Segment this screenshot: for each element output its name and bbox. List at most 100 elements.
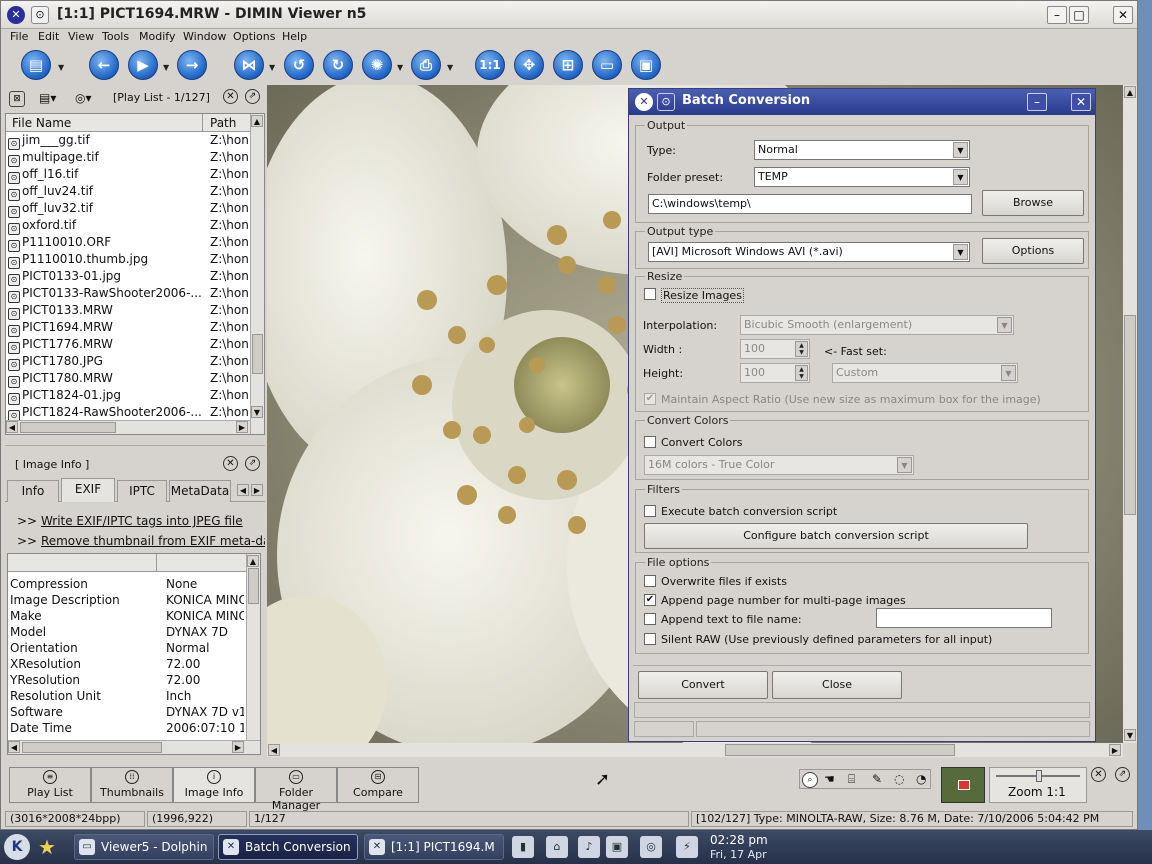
aspect-ratio-checkbox[interactable]: ✔	[644, 393, 656, 405]
fit-window-icon[interactable]: ⊞	[553, 50, 583, 80]
tab-iptc[interactable]: IPTC	[117, 480, 167, 502]
settings-dropdown-icon[interactable]: ▼	[397, 63, 403, 72]
dialog-title-bar[interactable]: ✕ ⊙ Batch Conversion – ✕	[629, 89, 1095, 115]
image-hscroll-thumb[interactable]	[725, 744, 955, 756]
image-hscrollbar[interactable]: ◀ ▶	[267, 743, 1123, 757]
resize-images-checkbox[interactable]	[644, 288, 656, 300]
silent-raw-checkbox[interactable]	[644, 633, 656, 645]
menu-modify[interactable]: Modify	[139, 30, 175, 43]
display-icon[interactable]: ◎	[640, 836, 662, 858]
crop-tool-icon[interactable]: ⋈	[234, 50, 264, 80]
scroll-down-icon[interactable]: ▼	[1124, 729, 1136, 741]
image-vscroll-thumb[interactable]	[1124, 315, 1136, 515]
task-viewer[interactable]: ✕ [1:1] PICT1694.M	[364, 834, 504, 860]
navigator-thumbnail[interactable]	[941, 767, 985, 803]
tab-metadata[interactable]: MetaData	[169, 480, 231, 502]
play-list-button[interactable]: ≡ Play List	[9, 767, 91, 803]
menu-file[interactable]: File	[10, 30, 28, 43]
scroll-up-icon[interactable]: ▲	[247, 555, 259, 567]
file-list-scroll-thumb[interactable]	[252, 334, 263, 374]
dialog-close-button[interactable]: ✕	[1071, 93, 1091, 111]
play-icon[interactable]: ▶	[128, 50, 158, 80]
scroll-left-icon[interactable]: ◀	[8, 741, 20, 753]
height-spinbox[interactable]: 100 ▲ ▼	[740, 363, 810, 383]
column-file-name[interactable]: File Name	[12, 116, 71, 130]
options-button[interactable]: Options	[982, 238, 1084, 264]
file-list-item[interactable]: ⊙ PICT1780.JPG Z:\hon	[6, 353, 264, 371]
image-vscrollbar[interactable]: ▲ ▼	[1123, 85, 1137, 743]
histogram-icon[interactable]: ⌸	[848, 772, 855, 787]
view-mode-icon[interactable]: ◎▾	[75, 91, 92, 105]
file-list-item[interactable]: ⊙ P1110010.ORF Z:\hon	[6, 234, 264, 252]
resize-images-label[interactable]: Resize Images	[661, 288, 744, 303]
fit-center-icon[interactable]: ✥	[514, 50, 544, 80]
scroll-left-icon[interactable]: ◀	[6, 421, 18, 433]
tab-info[interactable]: Info	[7, 480, 59, 502]
overwrite-checkbox[interactable]	[644, 575, 656, 587]
file-list-item[interactable]: ⊙ PICT1776.MRW Z:\hon	[6, 336, 264, 354]
file-list-item[interactable]: ⊙ multipage.tif Z:\hon	[6, 149, 264, 167]
maximize-button[interactable]: □	[1069, 6, 1089, 24]
append-text-input[interactable]	[876, 608, 1052, 628]
convert-colors-checkbox[interactable]	[644, 436, 656, 448]
window-menu-icon[interactable]: ⊙	[657, 93, 675, 111]
volume-icon[interactable]: ♪	[578, 836, 600, 858]
favorites-star-icon[interactable]: ★	[38, 835, 56, 859]
dimin-logo-icon[interactable]: ✕	[635, 93, 653, 111]
close-button[interactable]: Close	[772, 671, 902, 699]
pager-icon[interactable]: ▮	[512, 836, 534, 858]
zoom-slider[interactable]	[1036, 770, 1042, 782]
task-batch-conversion[interactable]: ✕ Batch Conversion	[218, 834, 358, 860]
exif-scroll-thumb[interactable]	[248, 568, 259, 604]
scroll-up-icon[interactable]: ▲	[1124, 86, 1136, 98]
scroll-right-icon[interactable]: ▶	[232, 741, 244, 753]
select-icon[interactable]: ◌	[894, 772, 904, 786]
spin-arrows-icon[interactable]: ▲ ▼	[795, 341, 808, 357]
scroll-up-icon[interactable]: ▲	[251, 115, 263, 127]
play-dropdown-icon[interactable]: ▼	[163, 63, 169, 72]
list-menu-icon[interactable]: ▤▾	[39, 91, 56, 105]
convert-button[interactable]: Convert	[638, 671, 768, 699]
file-list-item[interactable]: ⊙ oxford.tif Z:\hon	[6, 217, 264, 235]
kde-menu-icon[interactable]: K	[4, 834, 30, 860]
spin-arrows-icon[interactable]: ▲ ▼	[795, 365, 808, 381]
clock-time[interactable]: 02:28 pm	[710, 833, 768, 847]
playlist-undock-icon[interactable]: ⇗	[245, 89, 260, 104]
file-list-item[interactable]: ⊙ off_l16.tif Z:\hon	[6, 166, 264, 184]
folder-manager-button[interactable]: ▭ Folder Manager	[255, 767, 337, 812]
magnifier-icon[interactable]: ⌕	[802, 772, 818, 788]
fullscreen-monitor-icon[interactable]: ▣	[631, 50, 661, 80]
rotate-left-icon[interactable]: ↺	[284, 50, 314, 80]
network-icon[interactable]: ⌂	[546, 836, 568, 858]
exif-hscroll-thumb[interactable]	[22, 742, 162, 753]
usb-icon[interactable]: ⚡	[676, 836, 698, 858]
clipboard-icon[interactable]: ▣	[606, 836, 628, 858]
file-list-item[interactable]: ⊙ off_luv24.tif Z:\hon	[6, 183, 264, 201]
dimin-logo-icon[interactable]: ✕	[7, 6, 25, 24]
file-list-hscroll-thumb[interactable]	[20, 422, 116, 433]
menu-help[interactable]: Help	[282, 30, 307, 43]
zoom-1-1-icon[interactable]: 1:1	[475, 50, 505, 80]
thumbnails-button[interactable]: ⁞⁞ Thumbnails	[91, 767, 173, 803]
print-icon[interactable]: ⎙	[411, 50, 441, 80]
image-info-button[interactable]: i Image Info	[173, 767, 255, 803]
title-bar[interactable]: ✕ ⊙ [1:1] PICT1694.MRW - DIMIN Viewer n5…	[1, 1, 1137, 29]
task-dolphin[interactable]: ▭ Viewer5 - Dolphin	[74, 834, 214, 860]
crop-dropdown-icon[interactable]: ▼	[269, 63, 275, 72]
print-dropdown-icon[interactable]: ▼	[447, 63, 453, 72]
configure-script-button[interactable]: Configure batch conversion script	[644, 523, 1028, 549]
monitor-icon[interactable]: ▭	[592, 50, 622, 80]
playlist-close-icon[interactable]: ✕	[223, 89, 238, 104]
file-list-item[interactable]: ⊙ PICT0133-RawShooter2006-... Z:\hon	[6, 285, 264, 303]
write-exif-link[interactable]: Write EXIF/IPTC tags into JPEG file	[41, 514, 243, 528]
scroll-left-icon[interactable]: ◀	[268, 744, 280, 756]
hand-pan-icon[interactable]: ☚	[824, 772, 835, 786]
remove-thumbnail-link[interactable]: Remove thumbnail from EXIF meta-dat	[41, 534, 265, 548]
minimize-button[interactable]: –	[1047, 6, 1067, 24]
compare-button[interactable]: ⊟ Compare	[337, 767, 419, 803]
tab-exif[interactable]: EXIF	[61, 478, 115, 502]
close-button[interactable]: ✕	[1113, 6, 1133, 24]
zoom-undock-icon[interactable]: ⇗	[1115, 767, 1130, 782]
open-dropdown-icon[interactable]: ▼	[58, 63, 64, 72]
browse-button[interactable]: Browse	[982, 190, 1084, 216]
